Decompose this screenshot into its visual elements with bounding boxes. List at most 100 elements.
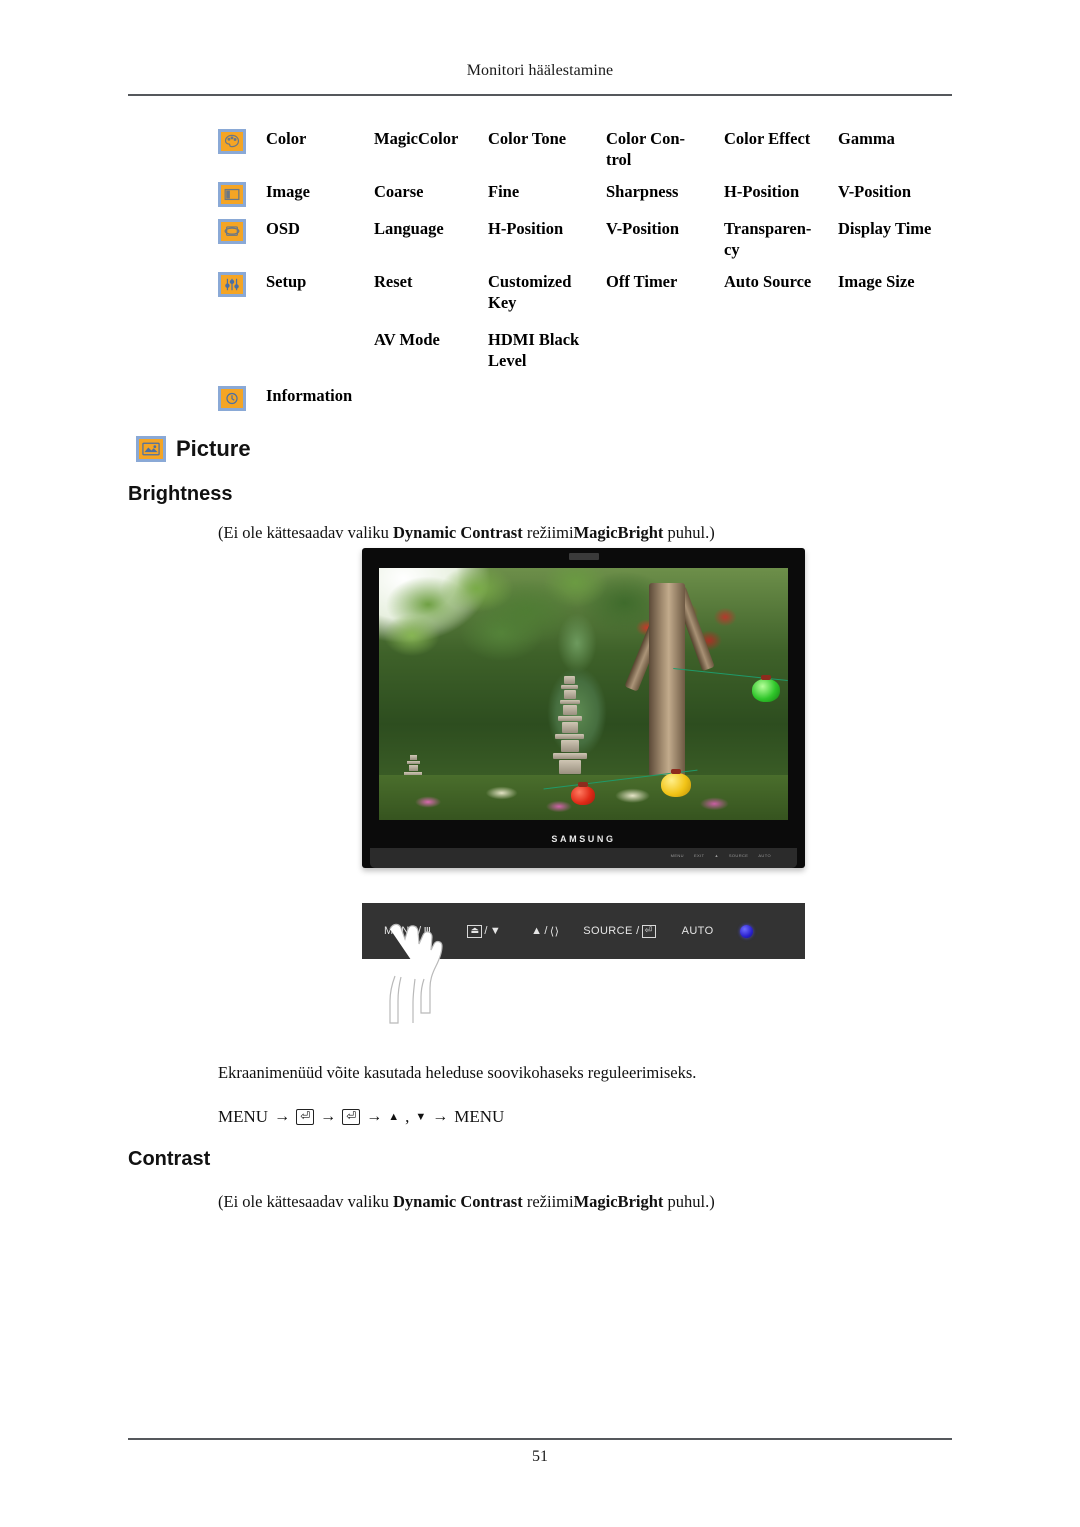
- menu-bars-icon: Ⅲ: [423, 925, 432, 938]
- enter-key-icon: ⏎: [641, 924, 656, 938]
- contrast-availability-note: (Ei ole kättesaadav valiku Dynamic Contr…: [218, 1192, 715, 1212]
- menu-path-start: MENU: [218, 1107, 269, 1126]
- menu-category-label: Information: [266, 386, 353, 405]
- menu-item: Customized Key: [488, 272, 572, 312]
- menu-category-label: Setup: [266, 272, 307, 291]
- menu-item: H-Position: [724, 182, 800, 201]
- up-button-separator: /: [544, 925, 548, 937]
- menu-item: Display Time: [838, 219, 932, 238]
- source-button[interactable]: SOURCE / ⏎: [583, 924, 656, 938]
- scene-green-lantern: [751, 674, 780, 702]
- menu-item: V-Position: [606, 219, 680, 238]
- menu-item: Gamma: [838, 129, 895, 148]
- monitor-top-sensor: [568, 553, 599, 560]
- note-bold-magicbright: MagicBright: [573, 1192, 664, 1211]
- monitor-base: MENU EXIT ▲ SOURCE AUTO: [370, 848, 797, 868]
- menu-category-label: OSD: [266, 219, 300, 238]
- menu-item: Image Size: [838, 272, 915, 291]
- monitor-screen-image: [379, 568, 788, 820]
- menu-item: Reset: [374, 272, 413, 291]
- menu-item: HDMI Black Level: [488, 330, 580, 370]
- osd-menu-overview-table: Color MagicColor Color Tone Color Con- t…: [218, 128, 958, 422]
- osd-window-icon: [218, 219, 246, 244]
- base-label: ▲: [714, 853, 719, 858]
- menu-item: Off Timer: [606, 272, 678, 291]
- menu-item: Auto Source: [724, 272, 812, 291]
- color-palette-icon: [218, 129, 246, 154]
- scene-yellow-lantern: [661, 769, 692, 798]
- pagoda-tier: [408, 764, 418, 771]
- base-label: MENU: [670, 853, 684, 858]
- brightness-body-text: Ekraanimenüüd võite kasutada heleduse so…: [218, 1063, 697, 1082]
- note-mid: režiimi: [522, 523, 574, 542]
- menu-item: Color Effect: [724, 129, 811, 148]
- menu-item: Sharpness: [606, 182, 679, 201]
- lantern-cap: [578, 781, 589, 787]
- note-prefix: (Ei ole kättesaadav valiku: [218, 1192, 394, 1211]
- note-bold-dynamic-contrast: Dynamic Contrast: [393, 523, 523, 542]
- arrow-right-icon: →: [366, 1108, 383, 1125]
- menu-item: H-Position: [488, 219, 564, 238]
- enter-key-icon: ⏎: [296, 1109, 315, 1125]
- pagoda-tier: [552, 753, 587, 760]
- monitor-base-button-labels: MENU EXIT ▲ SOURCE AUTO: [671, 853, 771, 858]
- menu-item: Language: [374, 219, 444, 238]
- monitor-illustration: SAMSUNG MENU EXIT ▲ SOURCE AUTO: [362, 548, 805, 868]
- footer-divider: [128, 1438, 952, 1440]
- note-mid: režiimi: [522, 1192, 574, 1211]
- pagoda-tier: [559, 700, 580, 705]
- note-prefix: (Ei ole kättesaadav valiku: [218, 523, 394, 542]
- menu-item: MagicColor: [374, 129, 459, 148]
- enter-key-icon: ⏎: [342, 1109, 361, 1125]
- menu-button[interactable]: MENU/ Ⅲ: [384, 925, 431, 938]
- brightness-heading: Brightness: [128, 483, 233, 505]
- scene-red-lantern: [571, 781, 596, 805]
- contrast-heading: Contrast: [128, 1148, 211, 1170]
- note-suffix: puhul.): [663, 523, 715, 542]
- triangle-up-icon: ▲: [531, 925, 543, 937]
- pagoda-tier: [561, 722, 578, 734]
- monitor-brand-label: SAMSUNG: [551, 834, 616, 844]
- source-button-label: SOURCE /: [583, 925, 640, 937]
- menu-button-label: MENU/: [384, 925, 422, 937]
- enter-key-icon: ⏏: [467, 924, 483, 938]
- arrow-right-icon: →: [320, 1108, 337, 1125]
- arrow-right-icon: →: [274, 1108, 291, 1125]
- power-button[interactable]: [739, 924, 753, 938]
- triangle-down-icon: ▼: [415, 1111, 427, 1123]
- setup-sliders-icon: [218, 272, 246, 297]
- table-row: Image Coarse Fine Sharpness H-Position V…: [218, 181, 958, 207]
- up-button[interactable]: ▲ / ⟨⟩: [531, 925, 559, 938]
- table-row: Color MagicColor Color Tone Color Con- t…: [218, 128, 958, 170]
- menu-item: Color Tone: [488, 129, 567, 148]
- auto-button[interactable]: AUTO: [682, 925, 714, 937]
- base-label: AUTO: [758, 853, 771, 858]
- pagoda-tier: [561, 685, 579, 690]
- volume-speaker-icon: ⟨⟩: [549, 925, 560, 938]
- down-button[interactable]: ⏏ / ▼: [467, 924, 502, 938]
- pagoda-tier: [558, 760, 581, 775]
- row-icon-cell: [218, 218, 266, 244]
- auto-button-label: AUTO: [681, 925, 714, 937]
- power-led-icon: [739, 924, 753, 938]
- header-divider: [128, 94, 952, 96]
- menu-navigation-path: MENU → ⏎ → ⏎ → ▲ , ▼ → MENU: [218, 1107, 504, 1127]
- triangle-down-icon: ▼: [489, 925, 502, 937]
- pagoda-tier: [563, 690, 576, 700]
- picture-section-heading: Picture: [136, 436, 251, 462]
- pagoda-tier: [409, 754, 417, 760]
- menu-item: AV Mode: [374, 330, 440, 349]
- note-suffix: puhul.): [663, 1192, 715, 1211]
- pagoda-tier: [560, 740, 579, 753]
- menu-item: Coarse: [374, 182, 424, 201]
- menu-category-label: Image: [266, 182, 310, 201]
- triangle-up-icon: ▲: [388, 1111, 400, 1123]
- row-icon-cell: [218, 128, 266, 154]
- menu-item: Color Con- trol: [606, 129, 685, 169]
- note-bold-magicbright: MagicBright: [573, 523, 664, 542]
- lantern-cap: [760, 674, 771, 680]
- picture-heading-label: Picture: [176, 436, 251, 461]
- row-icon-cell: [218, 271, 266, 297]
- information-clock-icon: [218, 386, 246, 411]
- table-row: Setup Reset Customized Key Off Timer Aut…: [218, 271, 958, 313]
